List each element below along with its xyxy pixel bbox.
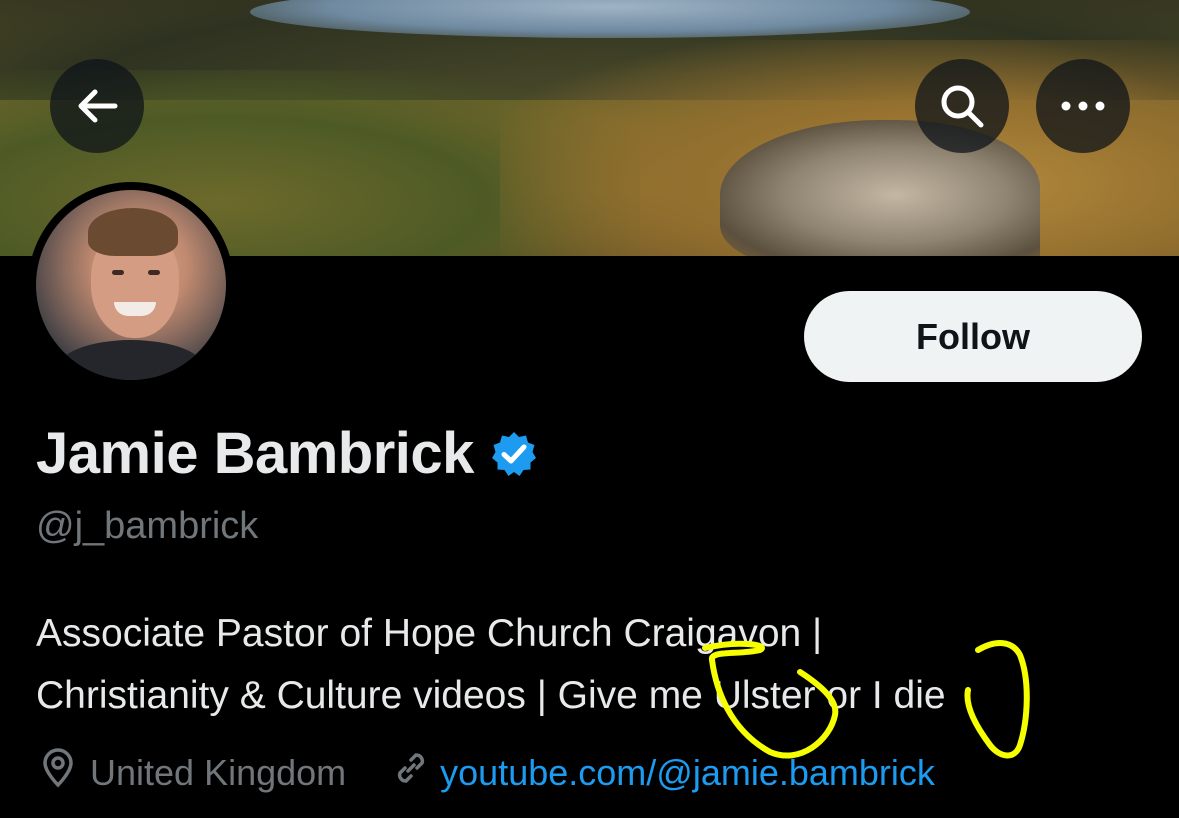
- back-button[interactable]: [50, 59, 144, 153]
- verified-badge-icon[interactable]: [490, 430, 538, 483]
- arrow-left-icon: [78, 89, 118, 123]
- username-handle: @j_bambrick: [36, 505, 259, 547]
- profile-name-row: Jamie Bambrick: [36, 420, 538, 487]
- profile-meta: United Kingdom youtube.com/@jamie.bambri…: [40, 748, 935, 797]
- more-options-button[interactable]: [1036, 59, 1130, 153]
- location-text: United Kingdom: [90, 751, 347, 793]
- location-pin-icon: [40, 748, 76, 797]
- avatar-image: [36, 190, 226, 380]
- search-button[interactable]: [915, 59, 1009, 153]
- bio-line-1: Associate Pastor of Hope Church Craigavo…: [36, 612, 823, 655]
- follow-button[interactable]: Follow: [804, 291, 1142, 382]
- display-name: Jamie Bambrick: [36, 421, 474, 486]
- avatar[interactable]: [28, 182, 234, 388]
- search-icon: [941, 85, 984, 128]
- profile-bio: Associate Pastor of Hope Church Craigavo…: [36, 603, 1146, 727]
- website-link[interactable]: youtube.com/@jamie.bambrick: [440, 752, 935, 794]
- more-dots-icon: [1061, 101, 1105, 111]
- bio-line-2: Christianity & Culture videos | Give me …: [36, 674, 946, 717]
- link-icon: [392, 749, 430, 796]
